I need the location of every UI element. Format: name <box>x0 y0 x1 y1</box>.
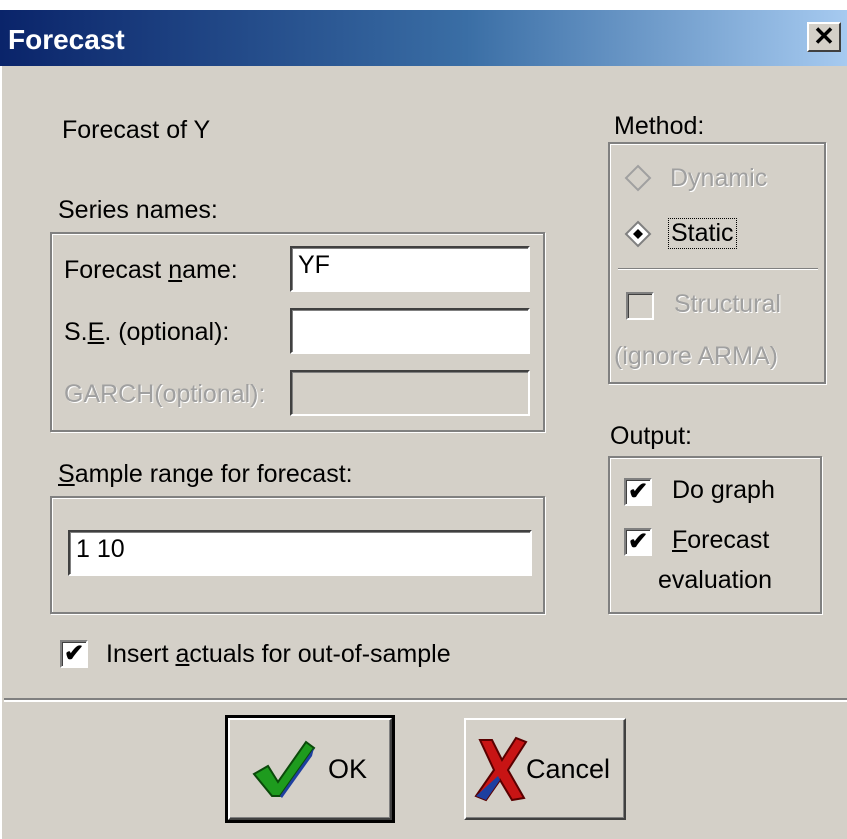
ignore-arma-label: (ignore ARMA) <box>614 342 778 370</box>
structural-checkbox <box>626 292 654 320</box>
cancel-button[interactable]: Cancel <box>464 718 626 820</box>
method-separator <box>618 268 818 270</box>
forecast-name-input[interactable]: YF <box>290 246 530 292</box>
check-mark-icon <box>252 740 316 798</box>
dialog-body: Forecast of Y Series names: Forecast nam… <box>0 66 847 839</box>
static-label[interactable]: Static <box>668 218 737 249</box>
check-icon: ✔ <box>627 528 649 555</box>
forecast-heading: Forecast of Y <box>62 116 211 144</box>
dynamic-radio <box>624 164 652 192</box>
cancel-label: Cancel <box>526 754 611 784</box>
title-bar: Forecast ✕ <box>0 0 847 66</box>
check-icon: ✔ <box>63 640 85 667</box>
close-icon: ✕ <box>813 21 835 51</box>
window-title: Forecast <box>8 24 125 55</box>
garch-label: GARCH(optional): <box>64 380 266 408</box>
insert-actuals-label: Insert actuals for out-of-sample <box>106 640 451 668</box>
se-input[interactable] <box>290 308 530 354</box>
do-graph-label: Do graph <box>672 476 775 504</box>
check-icon: ✔ <box>627 478 649 505</box>
sample-range-input[interactable]: 1 10 <box>68 530 532 576</box>
forecast-evaluation-checkbox[interactable]: ✔ <box>624 528 652 556</box>
garch-input <box>290 370 530 416</box>
series-names-label: Series names: <box>58 196 218 224</box>
se-label: S.E. (optional): <box>64 318 230 346</box>
forecast-name-label: Forecast name: <box>64 256 238 284</box>
ok-label: OK <box>328 754 368 784</box>
forecast-evaluation-label-2: evaluation <box>658 566 772 594</box>
dynamic-label: Dynamic <box>670 164 768 192</box>
button-area-separator <box>4 698 847 702</box>
method-label: Method: <box>614 112 705 140</box>
ok-button[interactable]: OK <box>225 715 395 823</box>
structural-label: Structural <box>674 290 781 318</box>
do-graph-checkbox[interactable]: ✔ <box>624 478 652 506</box>
output-label: Output: <box>610 422 692 450</box>
insert-actuals-checkbox[interactable]: ✔ <box>60 640 88 668</box>
forecast-evaluation-label: Forecast <box>672 526 770 554</box>
sample-range-label: Sample range for forecast: <box>58 460 353 488</box>
static-radio[interactable] <box>624 220 652 248</box>
cancel-x-icon <box>474 736 528 802</box>
close-button[interactable]: ✕ <box>807 22 841 52</box>
